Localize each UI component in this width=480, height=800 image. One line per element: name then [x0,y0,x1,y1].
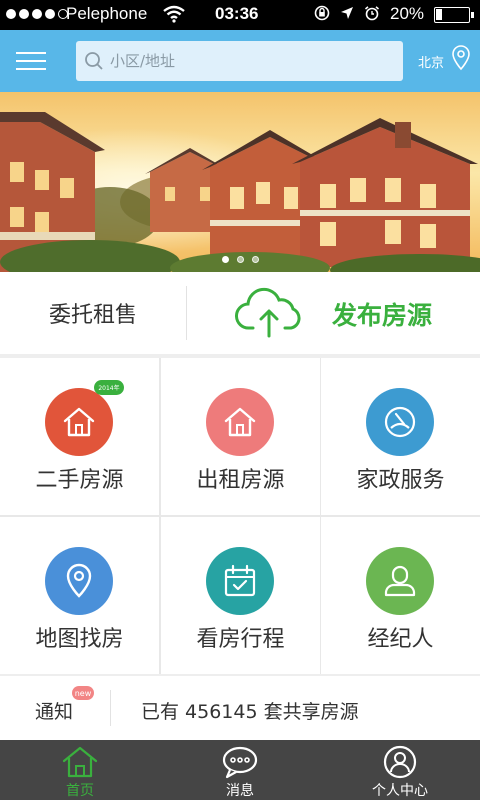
message-icon [222,746,258,779]
alarm-icon [364,6,380,21]
publish-label: 发布房源 [332,301,433,330]
person-icon [384,565,416,597]
commission-button[interactable]: 委托租售 [0,272,186,354]
cloud-upload-icon [235,287,301,338]
cleaning-icon [384,406,416,438]
tab-home[interactable]: 首页 [0,740,160,800]
status-icons [314,5,380,21]
banner-dot[interactable] [236,256,244,263]
grid-item-viewing-schedule[interactable]: 看房行程 [161,517,320,674]
home-icon [62,746,98,778]
notice-label: 通知 [35,701,74,723]
grid-item-second-hand[interactable]: 2014年 二手房源 [0,358,159,515]
app-header: 北京 [0,30,480,92]
notice-text: 已有 456145 套共享房源 [141,701,359,723]
new-badge: new [72,686,94,700]
battery-percent: 20% [390,4,425,23]
calendar-icon [224,564,256,597]
house-icon [224,407,256,437]
menu-button[interactable] [16,52,46,72]
grid-item-circle [366,547,434,615]
tab-label: 首页 [66,783,94,799]
search-box[interactable] [76,41,403,81]
grid-item-map-search[interactable]: 地图找房 [0,517,159,674]
grid-item-housekeeping[interactable]: 家政服务 [321,358,480,515]
grid-item-label: 看房行程 [196,627,285,652]
battery-icon [434,7,474,23]
status-bar: Pelephone 03:36 20% [0,0,480,30]
search-input[interactable] [110,49,390,73]
wifi-icon [163,5,185,28]
grid-item-circle [45,547,113,615]
banner-dot[interactable] [221,256,229,263]
house-icon [63,407,95,437]
tab-label: 个人中心 [372,783,428,799]
location-pin-icon[interactable] [451,45,471,71]
grid-item-label: 二手房源 [35,468,124,493]
banner-dot[interactable] [251,256,259,263]
carrier-name: Pelephone [66,4,148,23]
signal-strength-icon [6,9,68,19]
divider [110,690,111,726]
map-pin-icon [66,563,92,598]
profile-icon [383,745,417,779]
tab-label: 消息 [226,783,254,799]
grid-item-circle [206,547,274,615]
city-selector[interactable]: 北京 [418,52,444,71]
banner-image [0,92,480,272]
banner-pagination[interactable] [0,256,480,263]
promo-banner[interactable] [0,92,480,272]
grid-item-circle [366,388,434,456]
grid-item-circle [45,388,113,456]
app-screen: Pelephone 03:36 20% 小区/地址 北京 委托租售 发布房源 2… [0,0,480,800]
tab-messages[interactable]: 消息 [160,740,320,800]
grid-item-circle [206,388,274,456]
grid-item-label: 地图找房 [35,627,124,652]
search-icon [85,52,103,70]
bottom-tab-bar: 首页 消息 个人中心 [0,740,480,800]
battery-level [436,9,442,20]
grid-item-label: 家政服务 [356,468,445,493]
service-grid: 2014年 二手房源 出租房源 家政服务 地图找房 看房行程 经纪人 [0,358,480,674]
notice-bar[interactable]: 通知 new 已有 456145 套共享房源 [0,676,480,740]
tab-profile[interactable]: 个人中心 [320,740,480,800]
grid-item-agent[interactable]: 经纪人 [321,517,480,674]
clock: 03:36 [215,4,259,23]
grid-item-rental[interactable]: 出租房源 [161,358,320,515]
grid-item-label: 出租房源 [196,468,285,493]
rotation-lock-icon [314,5,330,21]
grid-item-label: 经纪人 [367,627,434,652]
publish-listing-button[interactable]: 发布房源 [187,272,480,354]
year-badge: 2014年 [94,380,124,395]
publish-row: 委托租售 发布房源 [0,272,480,354]
location-arrow-icon [341,7,353,19]
